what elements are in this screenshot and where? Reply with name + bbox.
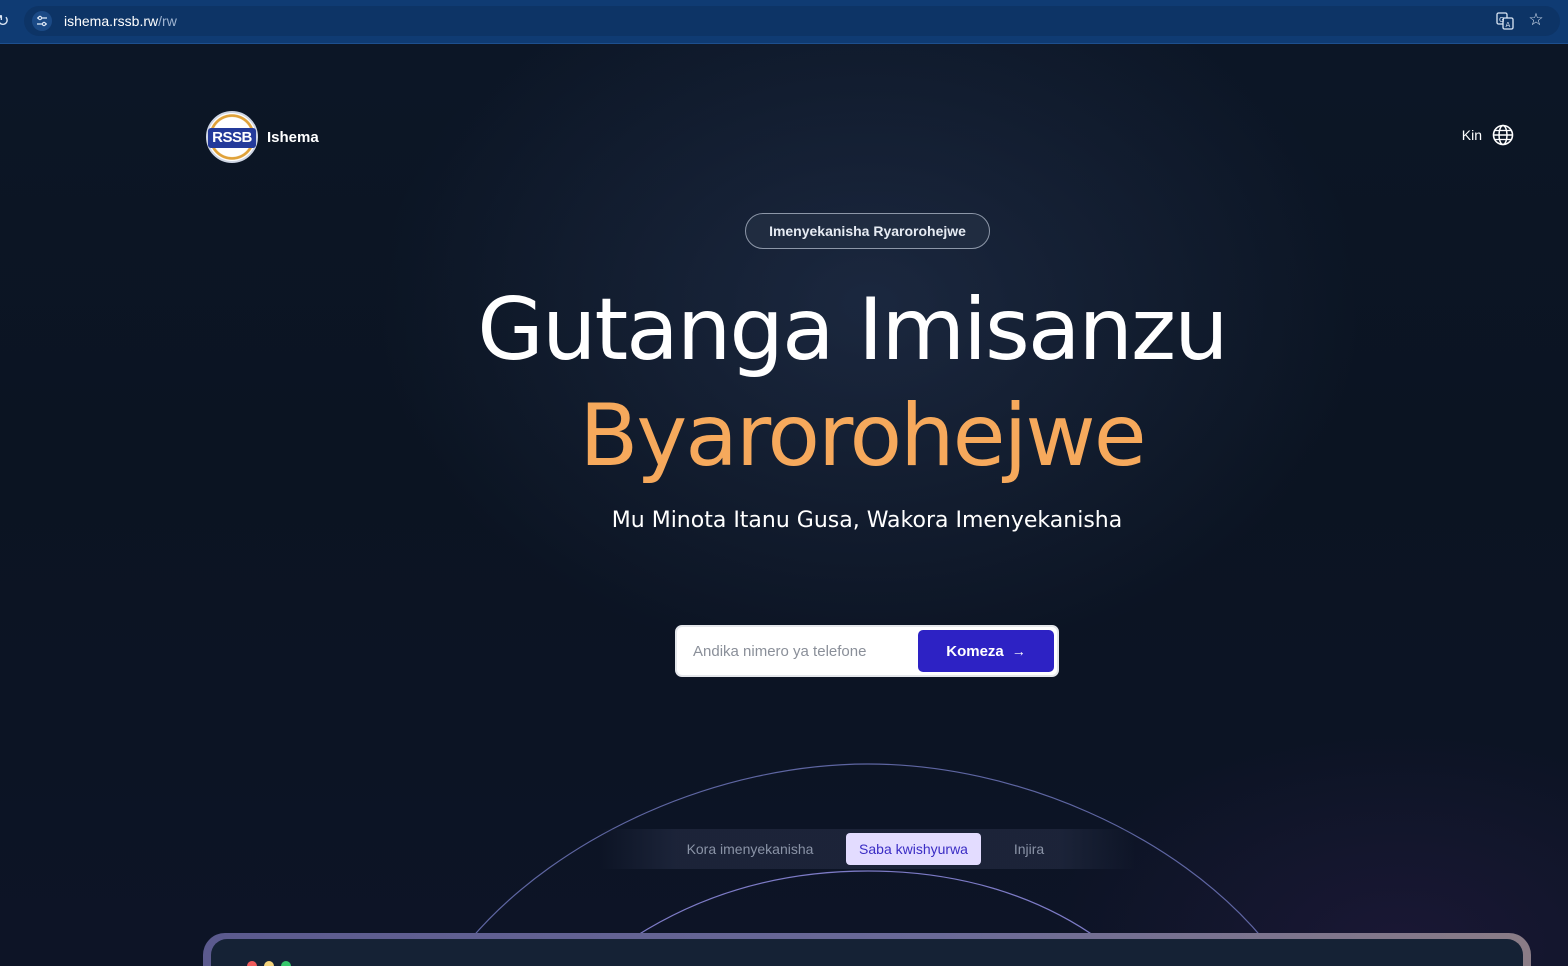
brand-logo-link[interactable]: RSSB Ishema <box>206 111 319 163</box>
phone-number-input[interactable] <box>691 633 913 669</box>
phone-form: Komeza → <box>675 625 1059 677</box>
brand-name: Ishema <box>267 128 319 146</box>
rssb-logo: RSSB <box>206 111 258 163</box>
url-text[interactable]: ishema.rssb.rw/rw <box>64 12 177 30</box>
bookmark-star-icon[interactable]: ☆ <box>1526 10 1546 30</box>
feature-tabs: Kora imenyekanisha Saba kwishyurwa Injir… <box>600 829 1135 869</box>
language-switcher[interactable]: Kin <box>1462 124 1514 146</box>
url-host: ishema.rssb.rw <box>64 13 159 29</box>
translate-icon[interactable]: G A <box>1496 12 1514 30</box>
continue-button[interactable]: Komeza → <box>918 630 1054 672</box>
tab-kora-imenyekanisha[interactable]: Kora imenyekanisha <box>680 833 820 865</box>
continue-button-label: Komeza <box>946 642 1004 660</box>
hero-subheadline: Mu Minota Itanu Gusa, Wakora Imenyekanis… <box>611 508 1123 533</box>
tab-injira[interactable]: Injira <box>1000 833 1058 865</box>
app-preview-frame <box>203 933 1531 966</box>
window-maximize-dot <box>281 961 291 966</box>
svg-text:A: A <box>1506 21 1511 29</box>
site-info-icon[interactable] <box>32 11 52 31</box>
logo-text: RSSB <box>212 129 252 146</box>
tab-saba-kwishyurwa[interactable]: Saba kwishyurwa <box>846 833 981 865</box>
hero-headline-line1: Gutanga Imisanzu <box>477 280 1228 380</box>
hero-badge: Imenyekanisha Ryarorohejwe <box>745 213 990 249</box>
window-minimize-dot <box>264 961 274 966</box>
reload-icon[interactable]: ↻ <box>0 12 10 30</box>
address-bar[interactable]: ishema.rssb.rw/rw G A ☆ <box>24 6 1560 36</box>
app-preview-window <box>211 939 1523 966</box>
svg-text:G: G <box>1499 16 1504 24</box>
hero-headline-line2: Byarorohejwe <box>579 386 1146 486</box>
url-path: /rw <box>158 13 177 29</box>
window-close-dot <box>247 961 257 966</box>
globe-icon <box>1492 124 1514 146</box>
landing-page: RSSB Ishema Kin Imenyekanisha Ryarorohej… <box>0 44 1568 966</box>
browser-toolbar: ↻ ishema.rssb.rw/rw G A ☆ <box>0 0 1568 44</box>
language-label: Kin <box>1461 127 1482 143</box>
arrow-right-icon: → <box>1011 643 1026 659</box>
